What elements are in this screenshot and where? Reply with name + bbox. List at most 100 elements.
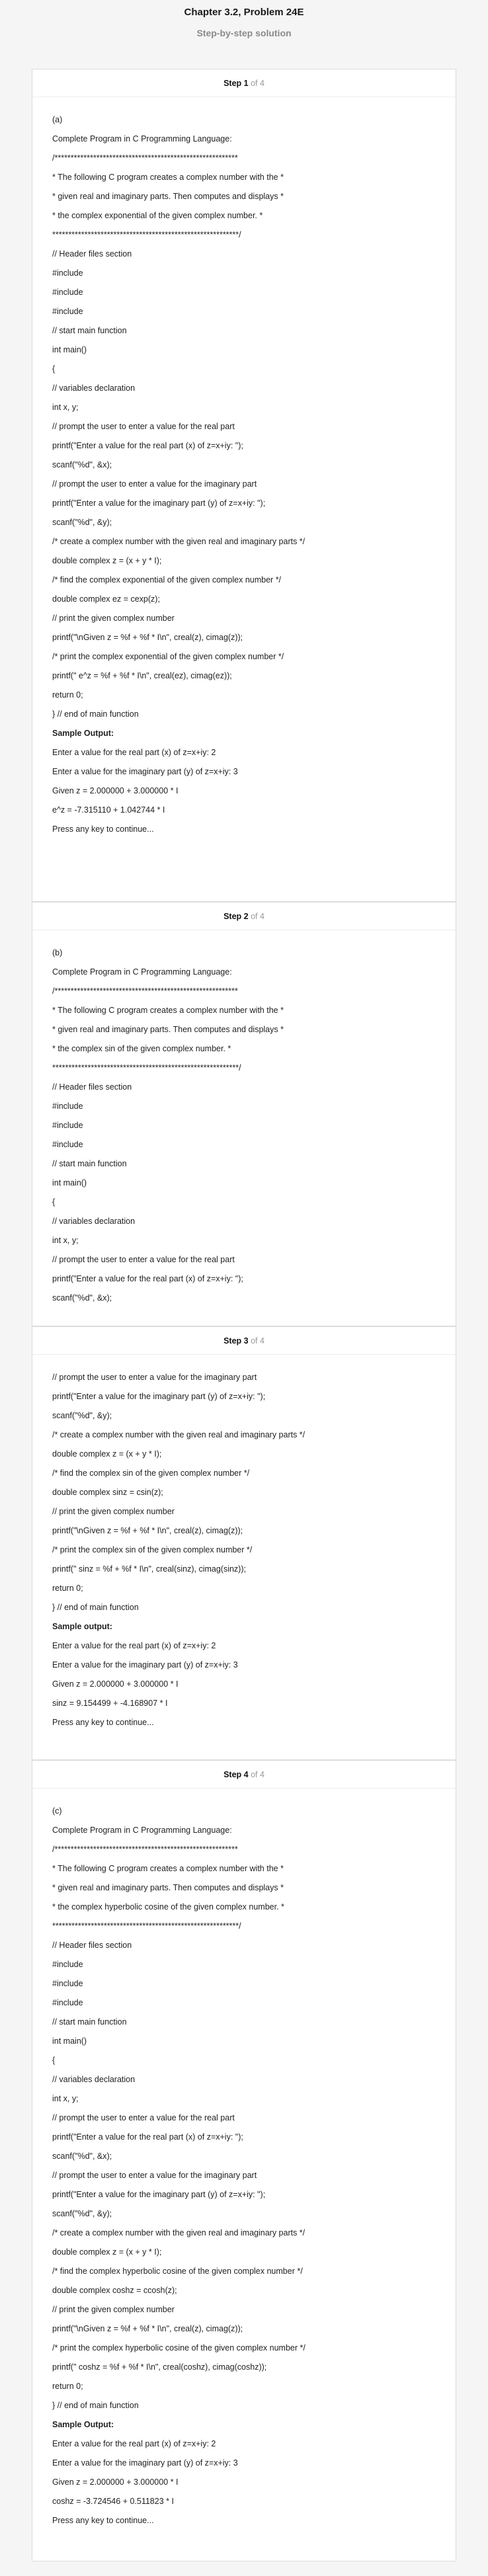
content-line: printf(" sinz = %f + %f * I\n", creal(si… [52, 1564, 246, 1574]
content-line: #include [52, 1960, 83, 1969]
content-line: * given real and imaginary parts. Then c… [52, 1025, 284, 1034]
content-line: Enter a value for the imaginary part (y)… [52, 2458, 238, 2468]
content-line: Complete Program in C Programming Langua… [52, 1826, 232, 1835]
content-line: } // end of main function [52, 1603, 139, 1612]
content-line: double complex z = (x + y * I); [52, 556, 162, 565]
content-line: // start main function [52, 2017, 127, 2027]
content-line: printf("\nGiven z = %f + %f * I\n", crea… [52, 1526, 243, 1535]
content-line: // prompt the user to enter a value for … [52, 2171, 257, 2180]
content-line: printf("Enter a value for the real part … [52, 441, 243, 450]
content-line: // start main function [52, 1159, 127, 1168]
content-line: double complex coshz = ccosh(z); [52, 2286, 177, 2295]
step-content: (c) Complete Program in C Programming Lan… [32, 1789, 456, 2530]
step-number: 3 [243, 1336, 249, 1346]
content-line: /***************************************… [52, 153, 238, 163]
step-content: (b) Complete Program in C Programming Lan… [32, 930, 456, 1308]
content-line: scanf("%d", &y); [52, 2209, 112, 2218]
step-card: Step 1 of 4 (a) Complete Program in C Pro… [32, 69, 456, 902]
content-line: Enter a value for the real part (x) of z… [52, 1641, 216, 1650]
content-line: int main() [52, 2036, 87, 2046]
step-header: Step 2 of 4 [32, 903, 456, 930]
solution-page: Chapter 3.2, Problem 24E Step-by-step so… [0, 0, 488, 2576]
content-line: printf("Enter a value for the imaginary … [52, 1392, 266, 1401]
content-line: Press any key to continue... [52, 1718, 154, 1727]
content-line: #include [52, 1121, 83, 1130]
page-title: Chapter 3.2, Problem 24E [184, 7, 304, 18]
content-line: } // end of main function [52, 2401, 139, 2410]
content-line: double complex sinz = csin(z); [52, 1488, 163, 1497]
content-line: scanf("%d", &x); [52, 460, 112, 469]
content-line: ****************************************… [52, 1063, 241, 1072]
content-line: return 0; [52, 1584, 83, 1593]
content-line: #include [52, 268, 83, 278]
content-line: /***************************************… [52, 1845, 238, 1854]
content-line: ****************************************… [52, 230, 241, 239]
content-line: int x, y; [52, 1236, 79, 1245]
step-header: Step 3 of 4 [32, 1327, 456, 1355]
content-line: // print the given complex number [52, 1507, 175, 1516]
content-line: { [52, 364, 56, 374]
content-line: * The following C program creates a comp… [52, 173, 284, 182]
content-line: #include [52, 307, 83, 316]
content-line: /* print the complex hyperbolic cosine o… [52, 2343, 305, 2353]
content-line: /* print the complex exponential of the … [52, 652, 284, 661]
step-total: of 4 [251, 79, 264, 88]
content-line: { [52, 2056, 56, 2065]
content-line: // print the given complex number [52, 614, 175, 623]
content-line: /* find the complex exponential of the g… [52, 575, 282, 584]
content-line: /***************************************… [52, 986, 238, 996]
content-line: // prompt the user to enter a value for … [52, 1373, 257, 1382]
content-line: * given real and imaginary parts. Then c… [52, 192, 284, 201]
content-line: double complex z = (x + y * I); [52, 1449, 162, 1459]
content-line: scanf("%d", &x); [52, 1293, 112, 1303]
step-number: 4 [243, 1770, 249, 1779]
content-line: Enter a value for the real part (x) of z… [52, 2439, 216, 2448]
content-line: int x, y; [52, 2094, 79, 2103]
content-line: printf("Enter a value for the real part … [52, 1274, 243, 1283]
content-line: // prompt the user to enter a value for … [52, 479, 257, 489]
content-line: printf("Enter a value for the imaginary … [52, 2190, 266, 2199]
content-line: (b) [52, 948, 63, 957]
content-line: #include [52, 1140, 83, 1149]
content-line: * the complex exponential of the given c… [52, 211, 263, 220]
step-content: (a) Complete Program in C Programming Lan… [32, 97, 456, 839]
content-line: printf("\nGiven z = %f + %f * I\n", crea… [52, 633, 243, 642]
content-line: return 0; [52, 690, 83, 700]
content-line: // variables declaration [52, 383, 136, 393]
content-line: sinz = 9.154499 + -4.168907 * I [52, 1699, 168, 1708]
content-line: (a) [52, 115, 63, 124]
content-line: /* create a complex number with the give… [52, 537, 305, 546]
content-line: * given real and imaginary parts. Then c… [52, 1883, 284, 1892]
content-line: // prompt the user to enter a value for … [52, 422, 235, 431]
content-line: ****************************************… [52, 1921, 241, 1931]
content-line: #include [52, 1102, 83, 1111]
step-card: Step 3 of 4 // prompt the user to enter … [32, 1326, 456, 1760]
step-content: // prompt the user to enter a value for … [32, 1355, 456, 1732]
content-line: Given z = 2.000000 + 3.000000 * I [52, 786, 179, 795]
content-line: // Header files section [52, 1082, 132, 1092]
content-line: // variables declaration [52, 2075, 136, 2084]
content-line: printf("Enter a value for the real part … [52, 2132, 243, 2142]
content-line: // prompt the user to enter a value for … [52, 1255, 235, 1264]
content-line: // print the given complex number [52, 2305, 175, 2314]
content-line: // variables declaration [52, 1217, 136, 1226]
content-line: /* find the complex hyperbolic cosine of… [52, 2267, 303, 2276]
step-label: Step [224, 912, 242, 921]
content-line: } // end of main function [52, 709, 139, 719]
content-line: return 0; [52, 2382, 83, 2391]
step-header: Step 1 of 4 [32, 69, 456, 97]
content-line: printf(" coshz = %f + %f * I\n", creal(c… [52, 2362, 267, 2372]
content-line: Enter a value for the imaginary part (y)… [52, 767, 238, 776]
content-line: printf("\nGiven z = %f + %f * I\n", crea… [52, 2324, 243, 2333]
content-line: Given z = 2.000000 + 3.000000 * I [52, 2477, 179, 2487]
content-line: double complex z = (x + y * I); [52, 2247, 162, 2257]
content-line: (c) [52, 1806, 62, 1816]
step-number: 1 [243, 79, 249, 88]
content-line: * The following C program creates a comp… [52, 1864, 284, 1873]
content-line: * The following C program creates a comp… [52, 1006, 284, 1015]
content-line: Enter a value for the imaginary part (y)… [52, 1660, 238, 1670]
content-line: * the complex hyperbolic cosine of the g… [52, 1902, 284, 1912]
content-line: // prompt the user to enter a value for … [52, 2113, 235, 2122]
content-line: double complex ez = cexp(z); [52, 594, 160, 604]
content-line: printf(" e^z = %f + %f * I\n", creal(ez)… [52, 671, 232, 680]
